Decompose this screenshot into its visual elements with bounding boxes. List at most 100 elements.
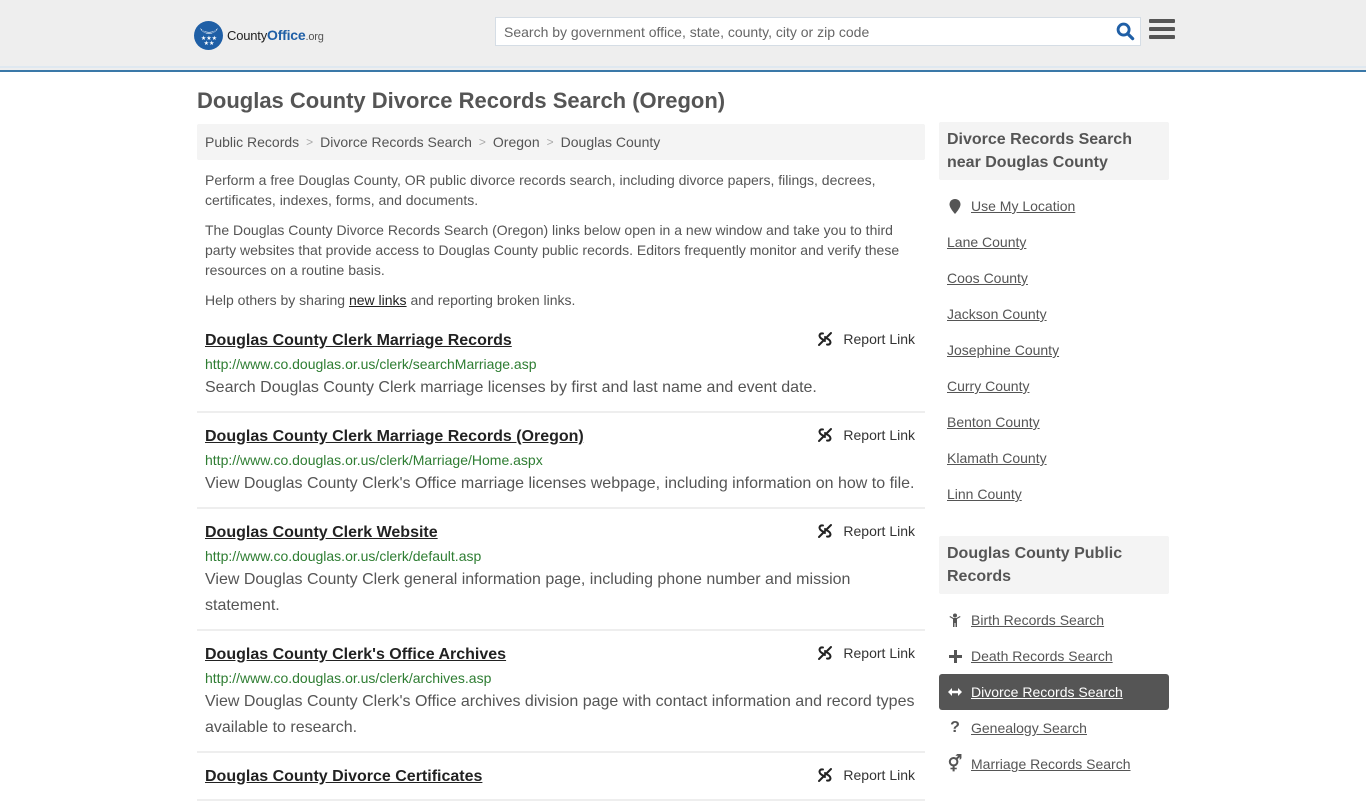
public-records-list: Birth Records Search Death Records Searc… <box>939 594 1169 782</box>
menu-bar-icon <box>1149 27 1175 31</box>
nearby-county-item[interactable]: Coos County <box>947 260 1161 296</box>
nearby-county-item[interactable]: Josephine County <box>947 332 1161 368</box>
sidebar-nearby-heading: Divorce Records Search near Douglas Coun… <box>939 122 1169 180</box>
intro-paragraph-2: The Douglas County Divorce Records Searc… <box>205 222 900 278</box>
menu-bar-icon <box>1149 19 1175 23</box>
map-marker-icon <box>947 198 963 214</box>
sidebar-item-label[interactable]: Birth Records Search <box>971 612 1104 628</box>
result-url: http://www.co.douglas.or.us/clerk/Marria… <box>205 452 543 468</box>
report-link-button[interactable]: Report Link <box>817 331 915 347</box>
report-link-button[interactable]: Report Link <box>817 427 915 443</box>
result-title-link[interactable]: Douglas County Clerk's Office Archives <box>205 644 506 666</box>
question-icon: ? <box>950 719 960 736</box>
result-title-link[interactable]: Douglas County Clerk Website <box>205 522 438 544</box>
nearby-county-link[interactable]: Jackson County <box>947 306 1047 322</box>
result-url: http://www.co.douglas.or.us/clerk/defaul… <box>205 548 482 564</box>
report-link-button[interactable]: Report Link <box>817 767 915 783</box>
sidebar-item-genealogy[interactable]: ? Genealogy Search <box>939 710 1169 746</box>
sidebar-item-label[interactable]: Genealogy Search <box>971 720 1087 736</box>
plus-icon <box>947 649 963 663</box>
report-link-label: Report Link <box>843 427 915 443</box>
breadcrumb-separator: > <box>306 135 314 149</box>
sidebar-item-label[interactable]: Marriage Records Search <box>971 756 1131 772</box>
page-title: Douglas County Divorce Records Search (O… <box>197 88 726 113</box>
result-title-link[interactable]: Douglas County Clerk Marriage Records <box>205 330 512 352</box>
report-link-button[interactable]: Report Link <box>817 645 915 661</box>
intro-paragraph-3: Help others by sharing new links and rep… <box>205 292 576 308</box>
search-input[interactable] <box>496 18 1110 45</box>
nearby-county-link[interactable]: Curry County <box>947 378 1029 394</box>
broken-link-icon <box>818 428 833 442</box>
result-title-link[interactable]: Douglas County Divorce Certificates <box>205 766 482 788</box>
svg-text:★★: ★★ <box>203 40 214 45</box>
hamburger-menu-button[interactable] <box>1149 19 1175 43</box>
breadcrumb-separator: > <box>546 135 554 149</box>
menu-bar-icon <box>1149 35 1175 39</box>
sidebar-item-divorce-records[interactable]: Divorce Records Search <box>939 674 1169 710</box>
broken-link-icon <box>818 524 833 538</box>
nearby-county-item[interactable]: Benton County <box>947 404 1161 440</box>
search-icon <box>1116 22 1134 41</box>
use-my-location-item[interactable]: Use My Location <box>947 188 1161 224</box>
nearby-county-item[interactable]: Linn County <box>947 476 1161 512</box>
nearby-county-item[interactable]: Jackson County <box>947 296 1161 332</box>
breadcrumb-oregon[interactable]: Oregon <box>493 134 540 150</box>
result-description: View Douglas County Clerk's Office archi… <box>205 693 915 736</box>
sidebar-nearby: Divorce Records Search near Douglas Coun… <box>939 122 1169 512</box>
result-item: Douglas County Clerk Marriage Records ht… <box>197 326 925 413</box>
intro-paragraph-1: Perform a free Douglas County, OR public… <box>205 172 876 208</box>
nearby-county-link[interactable]: Linn County <box>947 486 1022 502</box>
breadcrumb: Public Records > Divorce Records Search … <box>197 124 925 160</box>
nearby-county-link[interactable]: Josephine County <box>947 342 1059 358</box>
venus-mars-icon: ⚥ <box>947 756 963 773</box>
search-box <box>495 17 1141 46</box>
breadcrumb-separator: > <box>478 135 486 149</box>
nearby-county-link[interactable]: Coos County <box>947 270 1028 286</box>
sidebar-public-records: Douglas County Public Records Birth Reco… <box>939 536 1169 782</box>
top-header: ★★★ ★★ CountyOffice.org <box>0 0 1366 72</box>
sidebar-item-birth-records[interactable]: Birth Records Search <box>939 602 1169 638</box>
arrows-horizontal-icon <box>947 687 963 697</box>
result-title-link[interactable]: Douglas County Clerk Marriage Records (O… <box>205 426 584 448</box>
sidebar-item-marriage-records[interactable]: ⚥ Marriage Records Search <box>939 746 1169 782</box>
report-link-label: Report Link <box>843 523 915 539</box>
new-links-link[interactable]: new links <box>349 292 407 308</box>
report-link-label: Report Link <box>843 645 915 661</box>
result-item: Douglas County Clerk's Office Archives h… <box>197 640 925 753</box>
sidebar-public-records-heading: Douglas County Public Records <box>939 536 1169 594</box>
nearby-county-link[interactable]: Benton County <box>947 414 1040 430</box>
breadcrumb-divorce-records-search[interactable]: Divorce Records Search <box>320 134 472 150</box>
result-description: View Douglas County Clerk general inform… <box>205 571 851 614</box>
nearby-county-link[interactable]: Klamath County <box>947 450 1047 466</box>
search-button[interactable] <box>1110 18 1140 45</box>
nearby-county-link[interactable]: Lane County <box>947 234 1026 250</box>
results-list: Douglas County Clerk Marriage Records ht… <box>197 326 925 810</box>
child-icon <box>947 613 963 628</box>
sidebar-item-label[interactable]: Divorce Records Search <box>971 684 1123 700</box>
nearby-county-item[interactable]: Klamath County <box>947 440 1161 476</box>
result-url: http://www.co.douglas.or.us/clerk/search… <box>205 356 537 372</box>
logo-wordmark: CountyOffice.org <box>227 27 324 43</box>
site-logo[interactable]: ★★★ ★★ CountyOffice.org <box>194 20 324 50</box>
breadcrumb-douglas-county[interactable]: Douglas County <box>561 134 661 150</box>
broken-link-icon <box>818 332 833 346</box>
breadcrumb-public-records[interactable]: Public Records <box>205 134 299 150</box>
nearby-county-item[interactable]: Curry County <box>947 368 1161 404</box>
broken-link-icon <box>818 646 833 660</box>
intro-text: Perform a free Douglas County, OR public… <box>205 170 920 320</box>
result-item: Douglas County Clerk Website http://www.… <box>197 518 925 631</box>
result-url: http://www.co.douglas.or.us/clerk/archiv… <box>205 670 492 686</box>
report-link-label: Report Link <box>843 331 915 347</box>
nearby-county-item[interactable]: Lane County <box>947 224 1161 260</box>
sidebar-item-label[interactable]: Death Records Search <box>971 648 1113 664</box>
result-description: View Douglas County Clerk's Office marri… <box>205 475 915 492</box>
eagle-stars-logo-icon: ★★★ ★★ <box>194 20 223 50</box>
sidebar-item-death-records[interactable]: Death Records Search <box>939 638 1169 674</box>
broken-link-icon <box>818 768 833 782</box>
nearby-county-list: Use My Location Lane County Coos County … <box>939 180 1169 512</box>
use-my-location-link[interactable]: Use My Location <box>971 198 1075 214</box>
report-link-label: Report Link <box>843 767 915 783</box>
result-item: Douglas County Clerk Marriage Records (O… <box>197 422 925 509</box>
report-link-button[interactable]: Report Link <box>817 523 915 539</box>
result-description: Search Douglas County Clerk marriage lic… <box>205 379 817 396</box>
